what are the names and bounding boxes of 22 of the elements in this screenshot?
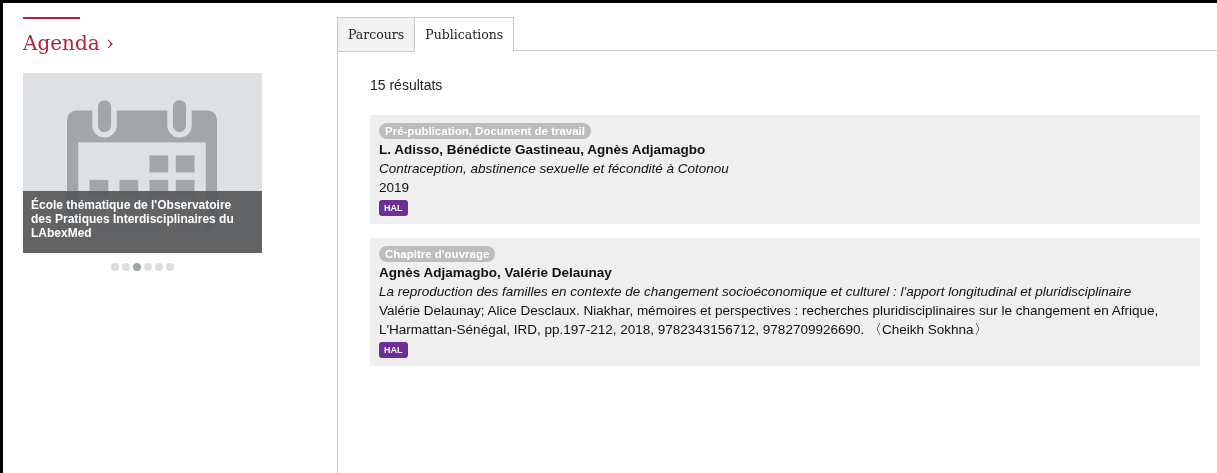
source-badge[interactable]: HAL [379,342,408,358]
carousel-dot[interactable] [144,263,152,271]
results-count: 15 résultats [370,77,444,93]
tab[interactable]: Parcours [337,17,415,52]
event-caption: École thématique de l'Observatoire des Pratiques Interdisciplinaires du LAbexMed [23,191,262,253]
publication-title[interactable]: Contraception, abstinence sexuelle et fécondité à Cotonou [379,159,1191,178]
carousel-dot[interactable] [155,263,163,271]
publication-authors: Agnès Adjamagbo, Valérie Delaunay [379,264,613,282]
carousel-dot[interactable] [133,263,141,271]
publication-title[interactable]: La reproduction des familles en contexte de changement socioéconomique et culturel : l'apport longitudinal et pluridisciplinaire [379,282,1191,301]
publication-type-badge: Chapitre d'ouvrage [379,246,496,262]
publication-authors: L. Adisso, Bénédicte Gastineau, Agnès Adjamagbo [379,141,707,159]
publication-details: Valérie Delaunay; Alice Desclaux. Niakhar, mémoires et perspectives : recherches pluridisciplinaires sur le changement en Afrique, L'Harmattan-Sénégal, IRD, pp.197-212, 2018, 9782343156712, 9782709926690. 〈Cheikh Sokhna〉 [379,302,1160,339]
carousel-dot[interactable] [166,263,174,271]
source-badge[interactable]: HAL [379,200,408,216]
carousel-dot[interactable] [122,263,130,271]
publication-type-badge: Pré-publication, Document de travail [379,123,591,139]
agenda-link[interactable]: Agenda › [23,31,115,55]
carousel-dot[interactable] [111,263,119,271]
publication-details: 2019 [379,179,411,197]
tab[interactable]: Publications [414,17,515,52]
event-card[interactable]: École thématique de l'Observatoire des Pratiques Interdisciplinaires du LAbexMed [23,73,262,253]
